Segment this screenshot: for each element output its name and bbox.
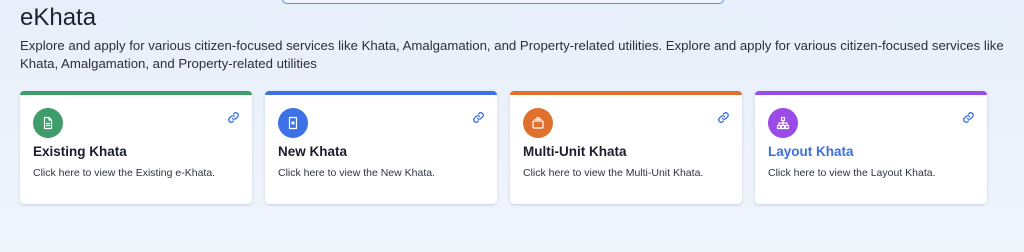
card-accent-bar bbox=[20, 91, 252, 95]
sitemap-icon bbox=[768, 108, 798, 138]
new-document-icon bbox=[278, 108, 308, 138]
link-icon[interactable] bbox=[227, 111, 240, 124]
card-existing-khata[interactable]: Existing Khata Click here to view the Ex… bbox=[20, 91, 252, 204]
card-title: Existing Khata bbox=[33, 144, 127, 159]
layers-icon bbox=[523, 108, 553, 138]
card-description: Click here to view the New Khata. bbox=[278, 167, 435, 179]
card-description: Click here to view the Multi-Unit Khata. bbox=[523, 167, 704, 179]
card-title[interactable]: Layout Khata bbox=[768, 144, 854, 159]
card-layout-khata[interactable]: Layout Khata Click here to view the Layo… bbox=[755, 91, 987, 204]
card-title: New Khata bbox=[278, 144, 348, 159]
link-icon[interactable] bbox=[717, 111, 730, 124]
card-accent-bar bbox=[265, 91, 497, 95]
card-accent-bar bbox=[755, 91, 987, 95]
link-icon[interactable] bbox=[962, 111, 975, 124]
card-multi-unit-khata[interactable]: Multi-Unit Khata Click here to view the … bbox=[510, 91, 742, 204]
card-description: Click here to view the Layout Khata. bbox=[768, 167, 936, 179]
card-accent-bar bbox=[510, 91, 742, 95]
link-icon[interactable] bbox=[472, 111, 485, 124]
service-cards: Existing Khata Click here to view the Ex… bbox=[20, 91, 987, 204]
document-icon bbox=[33, 108, 63, 138]
card-title: Multi-Unit Khata bbox=[523, 144, 627, 159]
search-bar-edge[interactable] bbox=[282, 0, 724, 4]
page-description: Explore and apply for various citizen-fo… bbox=[20, 38, 1004, 71]
card-description: Click here to view the Existing e-Khata. bbox=[33, 167, 216, 179]
card-new-khata[interactable]: New Khata Click here to view the New Kha… bbox=[265, 91, 497, 204]
page-title: eKhata bbox=[20, 4, 97, 31]
